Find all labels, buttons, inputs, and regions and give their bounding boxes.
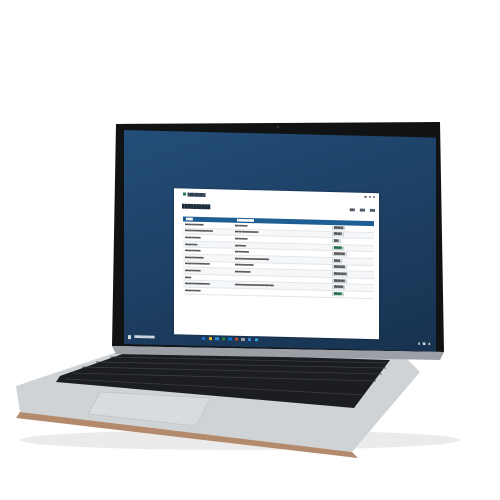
table-cell: ██████████ bbox=[185, 269, 201, 272]
taskbar-search[interactable]: █████████████ bbox=[134, 336, 154, 338]
taskbar-app-icon[interactable] bbox=[202, 336, 206, 341]
laptop-screen: ████████ ██████████ ███ ███ ███ ████ ███… bbox=[124, 130, 436, 352]
tray-item[interactable]: ██ bbox=[423, 343, 426, 345]
data-grid: ████ ██████████ ████████████ ████████ ████… bbox=[183, 216, 374, 299]
header-actions: ███ ███ ███ bbox=[350, 209, 375, 213]
app-brand-text: ████████ bbox=[187, 192, 206, 197]
table-cell: ██████████ bbox=[185, 289, 201, 292]
taskbar-app-icon[interactable] bbox=[221, 337, 226, 341]
status-badge: ███████ bbox=[332, 278, 347, 283]
app-logo-icon bbox=[183, 192, 186, 196]
table-cell: █████ bbox=[330, 232, 364, 237]
table-cell: ████████████ bbox=[185, 256, 204, 259]
tray-item[interactable]: █ bbox=[429, 343, 430, 345]
close-icon[interactable] bbox=[372, 196, 375, 199]
table-cell: █████████ bbox=[235, 250, 249, 254]
status-badge: █████ bbox=[332, 245, 344, 250]
status-badge: █████ bbox=[332, 232, 344, 237]
tray-item[interactable]: █ bbox=[418, 343, 419, 345]
table-cell: ████████ bbox=[185, 243, 198, 246]
status-badge: ████ bbox=[332, 258, 343, 264]
table-cell: ██████████ bbox=[235, 270, 251, 274]
table-cell: █████ bbox=[330, 245, 364, 251]
status-badge: ████████ bbox=[332, 272, 349, 277]
taskbar-app-icon[interactable] bbox=[248, 338, 252, 342]
app-logo[interactable]: ████████ bbox=[183, 192, 206, 197]
table-cell: ████████ bbox=[235, 224, 248, 227]
table-cell: ████ bbox=[330, 258, 364, 264]
table-cell: ████████ bbox=[235, 237, 248, 241]
table-cell: █████ bbox=[330, 291, 364, 297]
status-badge: ██████ bbox=[332, 225, 346, 231]
grid-body: ████████████ ████████ ██████ ██████████████… bbox=[183, 221, 374, 299]
table-cell: ██████ bbox=[330, 285, 364, 290]
table-cell: ██████████ bbox=[185, 236, 201, 239]
maximize-icon[interactable] bbox=[368, 195, 371, 199]
status-badge: ███████ bbox=[332, 265, 347, 270]
table-cell: ██████ bbox=[330, 225, 364, 231]
system-tray: █ ██ █ bbox=[418, 343, 430, 345]
title-row: ██████████ ███ ███ ███ bbox=[182, 202, 375, 214]
status-badge: ███████ bbox=[332, 252, 347, 257]
webcam bbox=[276, 125, 280, 129]
table-cell: ██████████ bbox=[185, 249, 201, 253]
windows-start-icon[interactable] bbox=[128, 335, 132, 339]
taskbar-app-icon[interactable] bbox=[254, 338, 259, 342]
page-title: ██████████ bbox=[182, 203, 211, 210]
taskbar-app-icon[interactable] bbox=[241, 337, 245, 342]
action-link-1[interactable]: ███ bbox=[350, 209, 355, 212]
minimize-icon[interactable] bbox=[364, 195, 367, 199]
action-link-3[interactable]: ███ bbox=[370, 209, 375, 212]
table-cell: ███████ bbox=[235, 244, 246, 247]
table-cell bbox=[233, 278, 330, 280]
table-cell: ████████████ bbox=[235, 264, 254, 267]
taskbar-app-icon[interactable] bbox=[228, 337, 232, 342]
table-cell: ████ bbox=[185, 276, 192, 279]
taskbar-app-icon[interactable] bbox=[208, 337, 212, 341]
window-controls bbox=[364, 195, 375, 199]
taskbar-app-icon[interactable] bbox=[234, 337, 239, 342]
table-cell: ███████████████ bbox=[235, 231, 259, 234]
app-header: ████████ bbox=[174, 188, 379, 204]
table-cell: ████████████████ bbox=[185, 282, 210, 286]
table-cell: ███████ bbox=[330, 265, 364, 270]
action-link-2[interactable]: ███ bbox=[360, 209, 365, 212]
status-badge: ██████ bbox=[332, 285, 346, 290]
status-badge: ███ bbox=[332, 239, 341, 244]
table-cell: ██████████████████████ bbox=[235, 257, 270, 261]
status-badge: █████ bbox=[332, 291, 344, 297]
table-cell: ████████ bbox=[330, 272, 364, 277]
table-cell: ███ bbox=[330, 239, 364, 244]
taskbar-app-icon[interactable] bbox=[215, 337, 219, 341]
table-cell: ███████ bbox=[330, 252, 364, 257]
table-cell: ███████ bbox=[330, 278, 364, 284]
table-cell: ████████████ bbox=[185, 223, 204, 226]
table-cell: ████████████████ bbox=[185, 262, 210, 266]
taskbar-app-icons bbox=[202, 336, 259, 342]
table-cell: ██████████████████ bbox=[185, 229, 213, 233]
table-cell bbox=[233, 291, 330, 293]
table-cell: █████████████████████████ bbox=[235, 283, 274, 287]
app-window[interactable]: ████████ ██████████ ███ ███ ███ ████ ███… bbox=[174, 188, 379, 340]
